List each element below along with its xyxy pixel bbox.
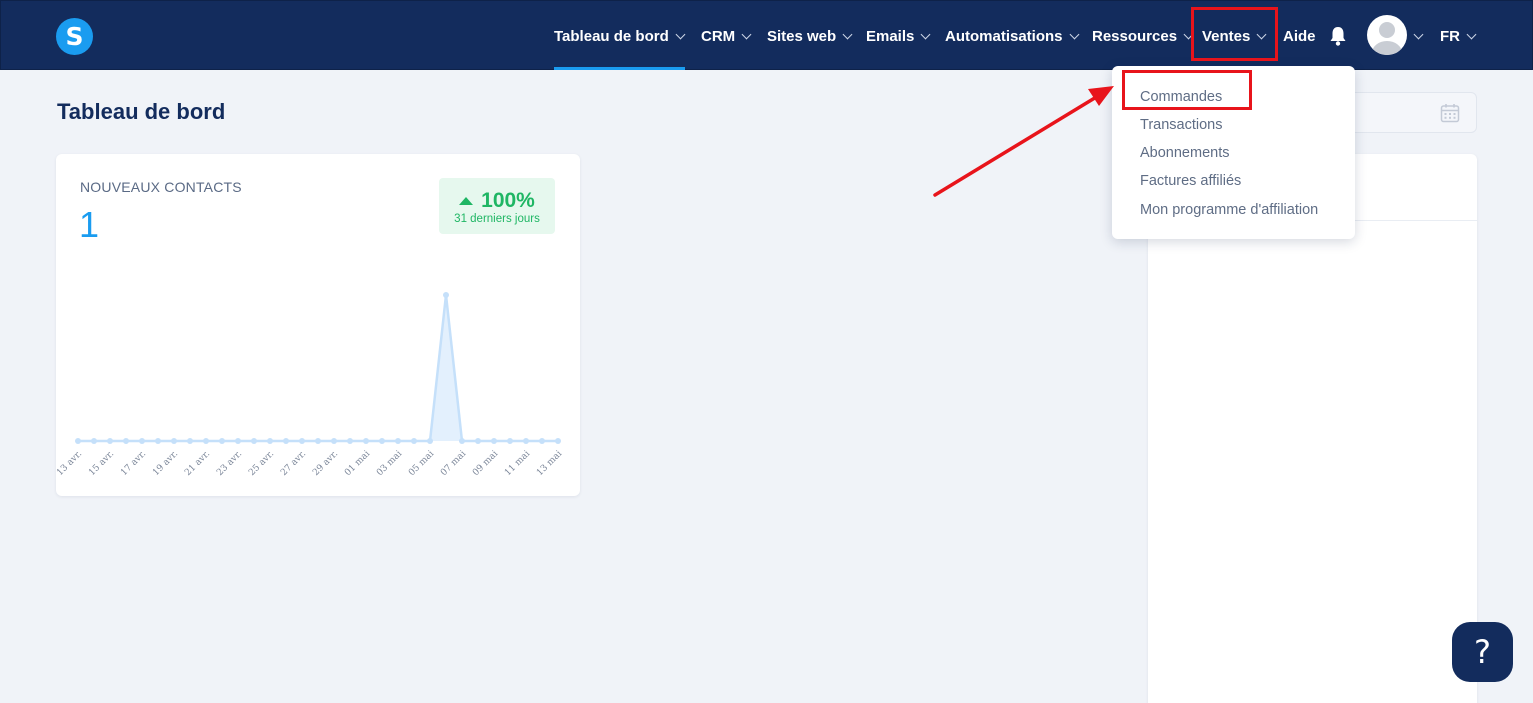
menu-item-factures-affilies[interactable]: Factures affiliés — [1140, 173, 1241, 189]
data-point[interactable] — [395, 438, 401, 444]
data-point[interactable] — [379, 438, 385, 444]
data-point[interactable] — [219, 438, 225, 444]
top-navbar: S Tableau de bord CRM Sites web Emails A… — [0, 0, 1533, 70]
nav-label: Emails — [866, 27, 915, 45]
data-point[interactable] — [187, 438, 193, 444]
contacts-chart: 13 avr. 15 avr. 17 avr. 19 avr. 21 avr. 23 av… — [56, 292, 564, 478]
data-point[interactable] — [139, 438, 145, 444]
avatar-menu-toggle[interactable] — [1413, 1, 1424, 71]
x-tick-label: 01 mai — [343, 449, 372, 478]
data-point[interactable] — [443, 292, 449, 298]
data-point[interactable] — [283, 438, 289, 444]
x-tick-label: 19 avr. — [151, 449, 180, 478]
chevron-down-icon — [1466, 29, 1477, 39]
user-avatar[interactable] — [1367, 15, 1407, 55]
data-point[interactable] — [171, 438, 177, 444]
chevron-down-icon — [675, 29, 686, 39]
data-point[interactable] — [459, 438, 465, 444]
data-point[interactable] — [491, 438, 497, 444]
x-tick-label: 15 avr. — [87, 449, 116, 478]
data-point[interactable] — [155, 438, 161, 444]
data-point[interactable] — [411, 438, 417, 444]
chevron-down-icon — [1069, 29, 1079, 39]
data-point[interactable] — [107, 438, 113, 444]
chevron-down-icon — [920, 29, 931, 39]
data-point[interactable] — [267, 438, 273, 444]
chevron-down-icon — [1413, 29, 1424, 39]
calendar-icon — [1440, 104, 1460, 123]
data-point[interactable] — [523, 438, 529, 444]
nav-label: Ressources — [1092, 27, 1178, 45]
data-point[interactable] — [123, 438, 129, 444]
nav-ressources[interactable]: Ressources — [1092, 1, 1194, 71]
nav-label: CRM — [701, 27, 736, 45]
x-tick-label: 13 mai — [535, 449, 564, 478]
nav-automatisations[interactable]: Automatisations — [945, 1, 1079, 71]
data-point[interactable] — [507, 438, 513, 444]
data-point[interactable] — [475, 438, 481, 444]
page: S Tableau de bord CRM Sites web Emails A… — [0, 0, 1533, 703]
nav-aide[interactable]: Aide — [1283, 1, 1316, 71]
data-point[interactable] — [539, 438, 545, 444]
menu-item-abonnements[interactable]: Abonnements — [1140, 145, 1229, 161]
nav-label: Sites web — [767, 27, 837, 45]
app-logo[interactable]: S — [56, 18, 93, 55]
new-contacts-card: NOUVEAUX CONTACTS 1 100% 31 derniers jou… — [56, 154, 580, 496]
nav-tableau-de-bord[interactable]: Tableau de bord — [554, 1, 686, 71]
x-tick-label: 21 avr. — [183, 449, 212, 478]
x-tick-label: 11 mai — [503, 449, 532, 478]
language-selector[interactable]: FR — [1440, 1, 1477, 71]
series-area — [78, 295, 558, 441]
data-point[interactable] — [203, 438, 209, 444]
data-point[interactable] — [75, 438, 81, 444]
x-tick-label: 25 avr. — [247, 449, 276, 478]
nav-emails[interactable]: Emails — [866, 1, 931, 71]
menu-item-programme-affiliation[interactable]: Mon programme d'affiliation — [1140, 202, 1318, 218]
highlight-commandes — [1122, 70, 1252, 110]
data-point[interactable] — [251, 438, 257, 444]
data-point[interactable] — [235, 438, 241, 444]
data-point[interactable] — [299, 438, 305, 444]
chevron-down-icon — [741, 29, 752, 39]
data-point[interactable] — [331, 438, 337, 444]
nav-crm[interactable]: CRM — [701, 1, 752, 71]
data-point[interactable] — [555, 438, 561, 444]
avatar-head — [1379, 22, 1395, 38]
data-point[interactable] — [363, 438, 369, 444]
data-point[interactable] — [315, 438, 321, 444]
data-point[interactable] — [427, 438, 433, 444]
data-point[interactable] — [91, 438, 97, 444]
x-tick-label: 17 avr. — [119, 449, 148, 478]
x-tick-label: 29 avr. — [311, 449, 340, 478]
data-point[interactable] — [347, 438, 353, 444]
x-tick-label: 03 mai — [375, 449, 404, 478]
nav-label: Aide — [1283, 27, 1316, 45]
avatar-body — [1372, 41, 1402, 55]
x-tick-label: 09 mai — [471, 449, 500, 478]
page-title: Tableau de bord — [57, 99, 226, 124]
series-line — [78, 293, 558, 443]
x-tick-label: 13 avr. — [56, 449, 84, 478]
x-tick-label: 07 mai — [439, 449, 468, 478]
help-button[interactable]: ? — [1452, 622, 1513, 682]
x-tick-label: 05 mai — [407, 449, 436, 478]
nav-label: Automatisations — [945, 27, 1063, 45]
active-tab-indicator — [554, 67, 685, 70]
language-label: FR — [1440, 27, 1460, 45]
menu-item-transactions[interactable]: Transactions — [1140, 117, 1222, 133]
logo-letter: S — [65, 22, 84, 51]
highlight-ventes — [1191, 7, 1278, 61]
x-tick-label: 23 avr. — [215, 449, 244, 478]
x-tick-label: 27 avr. — [279, 449, 308, 478]
nav-sites-web[interactable]: Sites web — [767, 1, 853, 71]
chevron-down-icon — [842, 29, 853, 39]
bell-icon[interactable] — [1329, 25, 1347, 47]
nav-label: Tableau de bord — [554, 27, 669, 45]
help-label: ? — [1474, 633, 1491, 671]
